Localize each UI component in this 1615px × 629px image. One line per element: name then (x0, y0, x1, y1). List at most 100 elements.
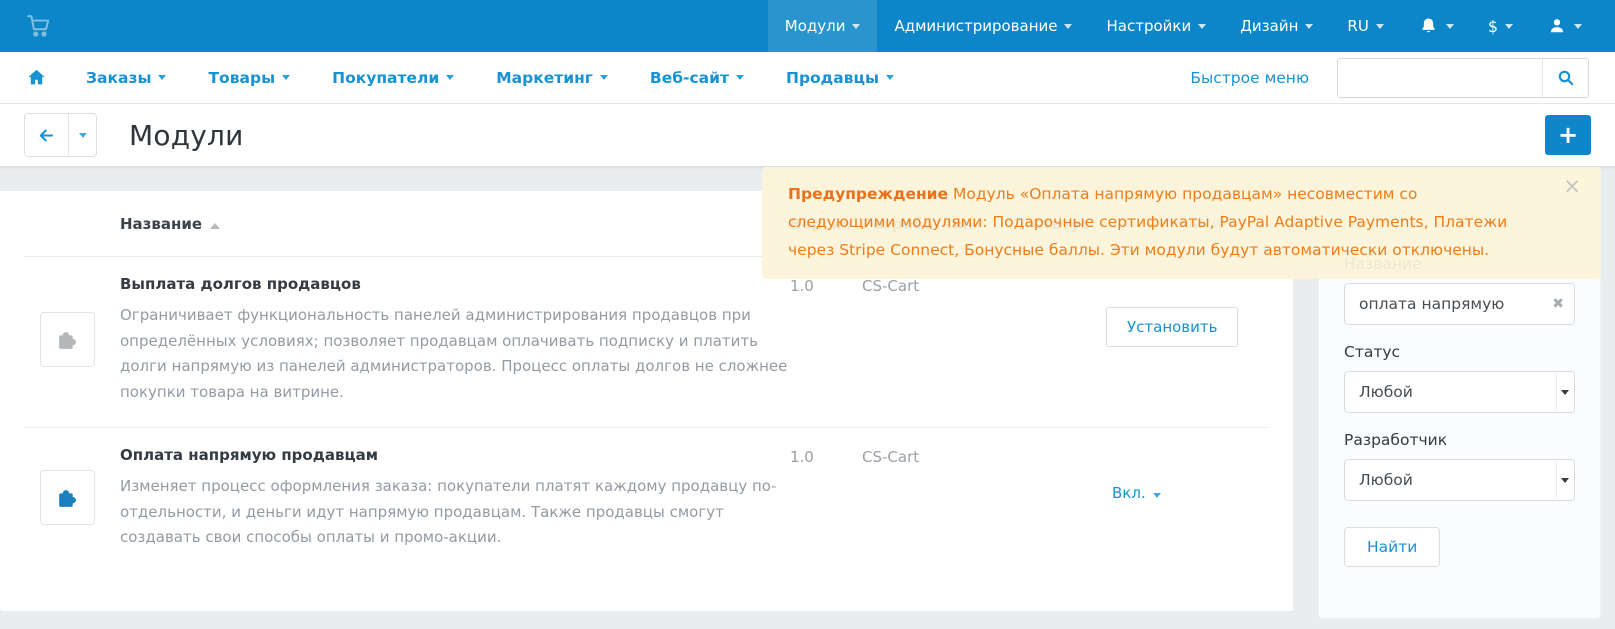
chevron-down-icon (79, 133, 87, 138)
chevron-down-icon (886, 75, 894, 80)
status-dropdown-label: Вкл. (1112, 484, 1146, 502)
topbar-notifications[interactable] (1401, 0, 1471, 52)
global-search-input[interactable] (1338, 59, 1542, 97)
filter-name-wrap: ✖ (1344, 283, 1575, 325)
topbar-user-menu[interactable] (1530, 0, 1599, 52)
module-name: Оплата напрямую продавцам (120, 446, 790, 464)
table-row: Оплата напрямую продавцам Изменяет проце… (24, 427, 1269, 573)
filter-developer-select[interactable]: Любой (1344, 459, 1575, 501)
warning-text: Предупреждение Модуль «Оплата напрямую п… (788, 180, 1512, 264)
sort-asc-icon (210, 223, 220, 229)
module-icon-cell (24, 470, 120, 525)
topbar-menu-language-label: RU (1347, 17, 1368, 35)
back-button[interactable] (25, 114, 69, 156)
cart-logo-icon[interactable] (18, 13, 60, 39)
module-developer: CS-Cart (862, 444, 1032, 551)
chevron-down-icon (282, 75, 290, 80)
home-icon[interactable] (26, 67, 47, 88)
status-dropdown[interactable]: Вкл. (1112, 484, 1161, 502)
search-icon[interactable] (1542, 59, 1588, 97)
module-description: Ограничивает функциональность панелей ад… (120, 303, 788, 405)
back-history-dropdown[interactable] (69, 114, 96, 156)
global-search-box (1337, 58, 1589, 98)
chevron-down-icon (1198, 24, 1206, 29)
chevron-down-icon (736, 75, 744, 80)
topbar-menu-addons[interactable]: Модули (768, 0, 878, 52)
nav-item-website-label: Веб-сайт (650, 69, 729, 87)
nav-item-customers[interactable]: Покупатели (311, 52, 475, 104)
module-icon-cell (24, 312, 120, 367)
module-info-cell: Оплата напрямую продавцам Изменяет проце… (120, 444, 790, 551)
filter-status-label: Статус (1344, 343, 1575, 361)
nav-item-website[interactable]: Веб-сайт (629, 52, 765, 104)
install-button[interactable]: Установить (1106, 307, 1238, 347)
nav-item-customers-label: Покупатели (332, 69, 439, 87)
module-icon-box (40, 470, 95, 525)
chevron-down-icon (1505, 24, 1513, 29)
user-icon (1547, 16, 1567, 36)
module-status-cell: Вкл. (1032, 444, 1269, 551)
module-info-cell: Выплата долгов продавцов Ограничивает фу… (120, 273, 790, 405)
module-icon-box (40, 312, 95, 367)
nav-item-products[interactable]: Товары (187, 52, 311, 104)
warning-notification: Предупреждение Модуль «Оплата напрямую п… (762, 167, 1601, 279)
filter-status-select[interactable]: Любой (1344, 371, 1575, 413)
page-title: Модули (129, 119, 244, 152)
chevron-down-icon (1064, 24, 1072, 29)
chevron-down-icon (852, 24, 860, 29)
topbar-menu-settings[interactable]: Настройки (1089, 0, 1223, 52)
clear-input-icon[interactable]: ✖ (1552, 296, 1564, 312)
nav-item-marketing-label: Маркетинг (496, 69, 593, 87)
warning-title: Предупреждение (788, 185, 948, 203)
close-icon[interactable]: × (1563, 176, 1581, 197)
filter-status-value: Любой (1359, 383, 1413, 401)
nav-item-vendors-label: Продавцы (786, 69, 879, 87)
topbar-menu-design-label: Дизайн (1240, 17, 1298, 35)
nav-item-orders-label: Заказы (86, 69, 151, 87)
find-button[interactable]: Найти (1344, 527, 1440, 567)
nav-item-marketing[interactable]: Маркетинг (475, 52, 629, 104)
dollar-icon: $ (1488, 17, 1498, 36)
module-status-cell: Установить (1032, 273, 1269, 405)
chevron-down-icon (1446, 24, 1454, 29)
module-version: 1.0 (790, 273, 862, 405)
puzzle-icon (55, 485, 80, 510)
module-description: Изменяет процесс оформления заказа: поку… (120, 474, 788, 551)
main-nav-bar: Заказы Товары Покупатели Маркетинг Веб-с… (0, 52, 1615, 104)
chevron-down-icon (1574, 24, 1582, 29)
filter-developer-value: Любой (1359, 471, 1413, 489)
filter-developer-label: Разработчик (1344, 431, 1575, 449)
topbar-currency[interactable]: $ (1471, 0, 1530, 52)
topbar-menu-settings-label: Настройки (1106, 17, 1191, 35)
bell-icon (1418, 16, 1439, 37)
chevron-down-icon (1376, 24, 1384, 29)
plus-icon: + (1558, 123, 1578, 147)
topbar-menu-administration[interactable]: Администрирование (877, 0, 1089, 52)
top-admin-bar: Модули Администрирование Настройки Дизай… (0, 0, 1615, 52)
add-addon-button[interactable]: + (1545, 115, 1591, 155)
module-version: 1.0 (790, 444, 862, 551)
nav-item-vendors[interactable]: Продавцы (765, 52, 915, 104)
chevron-down-icon (158, 75, 166, 80)
filter-name-input[interactable] (1344, 283, 1575, 325)
column-header-name-label: Название (120, 215, 202, 233)
topbar-menu-addons-label: Модули (785, 17, 846, 35)
module-name: Выплата долгов продавцов (120, 275, 790, 293)
topbar-menu-administration-label: Администрирование (894, 17, 1057, 35)
page-title-bar: Модули + (0, 104, 1615, 166)
chevron-down-icon (600, 75, 608, 80)
column-header-name[interactable]: Название (120, 215, 790, 233)
topbar-menu-language[interactable]: RU (1330, 0, 1400, 52)
chevron-down-icon (1305, 24, 1313, 29)
topbar-menu-design[interactable]: Дизайн (1223, 0, 1330, 52)
nav-item-orders[interactable]: Заказы (65, 52, 187, 104)
module-developer: CS-Cart (862, 273, 1032, 405)
main-region: Название Версия Разработчик Статус Найти… (0, 166, 1615, 629)
table-row: Выплата долгов продавцов Ограничивает фу… (24, 257, 1269, 427)
back-button-group (24, 113, 97, 157)
chevron-down-icon (446, 75, 454, 80)
quick-menu-link[interactable]: Быстрое меню (1190, 69, 1309, 87)
chevron-down-icon (1153, 493, 1161, 498)
nav-item-products-label: Товары (208, 69, 275, 87)
puzzle-icon (55, 327, 80, 352)
